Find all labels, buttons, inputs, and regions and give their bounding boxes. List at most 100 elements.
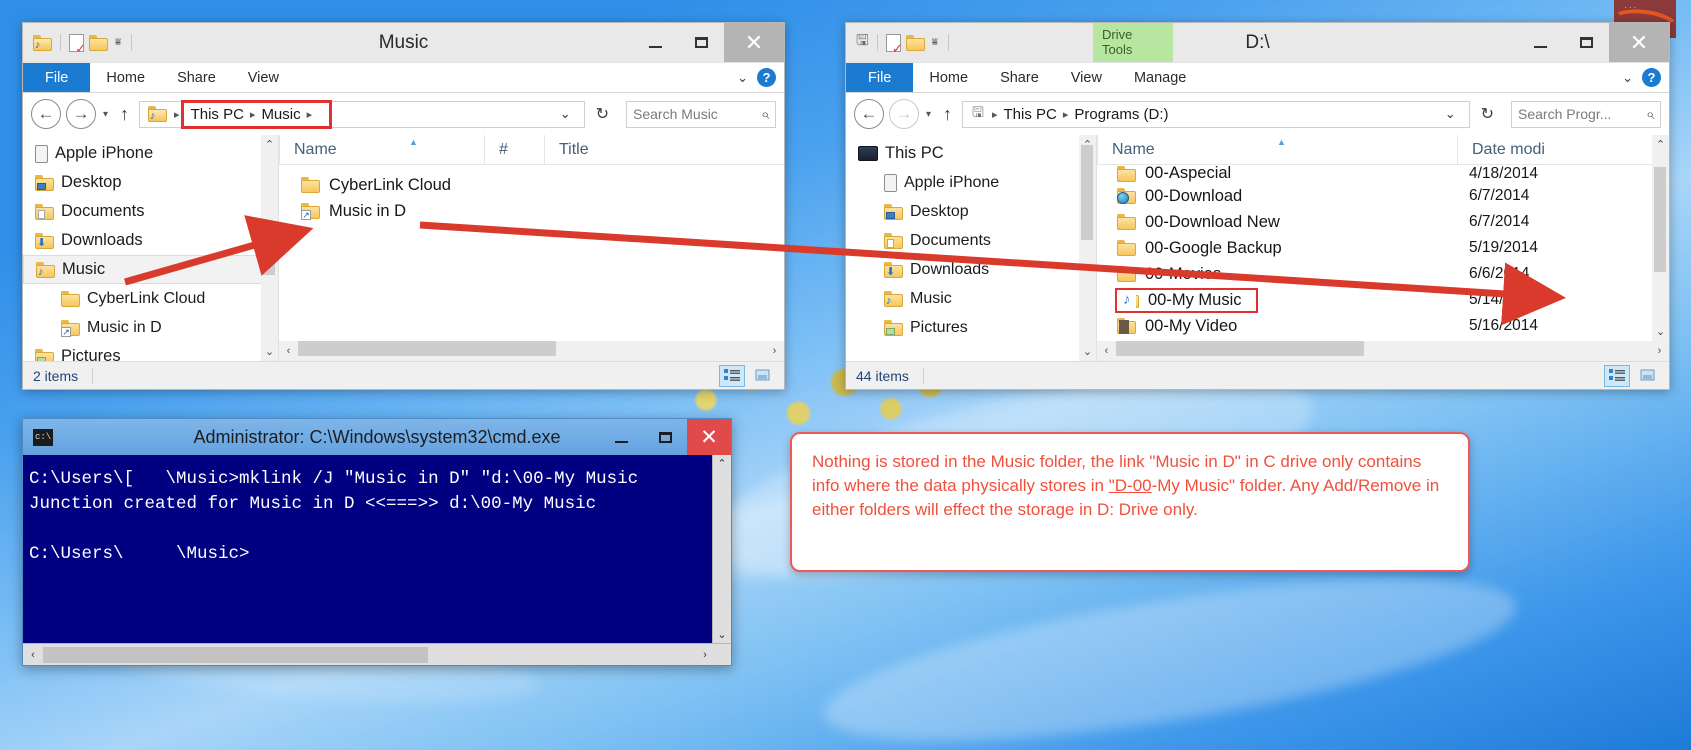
column-header-date-modified[interactable]: Date modi (1457, 135, 1669, 164)
column-header-number[interactable]: # (484, 135, 544, 164)
ribbon-tabs-music[interactable]: File Home Share View ⌄ ? (23, 63, 784, 93)
scroll-right-icon[interactable]: › (1650, 345, 1669, 357)
sidebar-item-apple-iphone[interactable]: Apple iPhone (23, 139, 278, 168)
navigation-bar-drive-d[interactable]: ← → ▾ ↑ 🖫 ▸ This PC ▸ Programs (D:) ⌄ ↻ … (846, 93, 1669, 135)
cmd-hscroll-thumb[interactable] (43, 646, 428, 663)
breadcrumb-separator[interactable]: ▸ (1059, 108, 1073, 121)
cmd-horizontal-scrollbar[interactable]: ‹ › (23, 643, 731, 665)
customize-qat-caret-icon[interactable]: ⩸ (113, 37, 123, 48)
tab-share-drive-d[interactable]: Share (984, 63, 1055, 92)
tab-home-drive-d[interactable]: Home (913, 63, 984, 92)
nav-pane-scrollbar-music[interactable]: ⌃ ⌄ (261, 135, 278, 361)
scroll-left-icon[interactable]: ‹ (1097, 345, 1116, 357)
new-folder-icon[interactable] (89, 34, 108, 51)
breadcrumb-separator[interactable]: ▸ (246, 108, 260, 121)
column-header-name[interactable]: Name (279, 135, 484, 164)
back-button-drive-d[interactable]: ← (854, 99, 884, 129)
breadcrumb-music[interactable]: Music (261, 106, 300, 123)
forward-button-drive-d[interactable]: → (889, 99, 919, 129)
sidebar-item-pictures[interactable]: Pictures (846, 313, 1096, 342)
search-box-drive-d[interactable]: Search Progr... ⌕ (1511, 100, 1661, 128)
sidebar-item-documents[interactable]: Documents (846, 226, 1096, 255)
nav-tree-music[interactable]: Apple iPhone Desktop Documents ⬇ Downloads ♪ M… (23, 135, 278, 361)
navigation-bar-music[interactable]: ← → ▾ ↑ ♪ ▸ This PC ▸ Music ▸ ⌄ ↻ Search… (23, 93, 784, 135)
file-rows-music[interactable]: CyberLink Cloud ↗ Music in D (279, 165, 784, 341)
tab-file-drive-d[interactable]: File (846, 63, 914, 92)
sidebar-item-music[interactable]: ♪ Music (23, 255, 278, 284)
file-list-vscrollbar-drive-d[interactable]: ⌃ ⌄ (1652, 135, 1669, 341)
sidebar-item-this-pc[interactable]: This PC (846, 139, 1096, 168)
cmd-window-controls[interactable]: ✕ (599, 419, 731, 455)
sidebar-item-downloads[interactable]: ⬇ Downloads (23, 226, 278, 255)
cmd-maximize-button[interactable] (643, 419, 687, 455)
chevron-down-icon[interactable]: ⌄ (737, 70, 748, 86)
explorer-window-music[interactable]: ♪ ✓ ⩸ Music ✕ File Home Share View ⌄ ? ←… (22, 22, 785, 390)
sidebar-item-documents[interactable]: Documents (23, 197, 278, 226)
scroll-up-icon[interactable]: ⌃ (265, 135, 274, 154)
minimize-button-music[interactable] (632, 23, 678, 62)
scroll-right-icon[interactable]: › (695, 649, 715, 661)
back-button-music[interactable]: ← (31, 99, 61, 129)
cmd-vertical-scrollbar[interactable]: ⌃ ⌄ (712, 455, 731, 643)
address-dropdown-icon[interactable]: ⌄ (553, 106, 578, 122)
file-list-hscrollbar-music[interactable]: ‹ › (279, 341, 784, 361)
properties-icon[interactable]: ✓ (885, 33, 903, 55)
table-row[interactable]: 00-Movies 6/6/2014 (1097, 261, 1669, 287)
cmd-titlebar[interactable]: c:\ Administrator: C:\Windows\system32\c… (23, 419, 731, 455)
scroll-thumb[interactable] (1654, 167, 1666, 272)
large-icons-view-icon[interactable] (1635, 365, 1661, 387)
close-button-music[interactable]: ✕ (724, 23, 784, 62)
hscroll-track[interactable] (1116, 341, 1650, 361)
highlighted-file-00-my-music[interactable]: ♪ 00-My Music (1115, 287, 1258, 313)
tab-view-drive-d[interactable]: View (1055, 63, 1118, 92)
details-view-icon[interactable] (719, 364, 745, 387)
explorer-window-drive-d[interactable]: 🖫 ✓ ⩸ Drive Tools D:\ ✕ File Home Share … (845, 22, 1670, 390)
cmd-close-button[interactable]: ✕ (687, 419, 731, 455)
search-icon[interactable]: ⌕ (761, 106, 769, 123)
file-list-pane-drive-d[interactable]: ▲ Name Date modi 00-Aspecial 4/18/2014 00-… (1096, 135, 1669, 361)
hscroll-thumb[interactable] (298, 341, 556, 356)
cmd-body[interactable]: C:\Users\[ \Music>mklink /J "Music in D"… (23, 455, 731, 643)
quick-access-toolbar-music[interactable]: ♪ ✓ ⩸ (23, 23, 135, 62)
scroll-down-icon[interactable]: ⌄ (717, 628, 726, 641)
sidebar-item-music[interactable]: ♪ Music (846, 284, 1096, 313)
breadcrumb-highlighted-music[interactable]: This PC ▸ Music ▸ (180, 99, 333, 129)
titlebar-music[interactable]: ♪ ✓ ⩸ Music ✕ (23, 23, 784, 63)
maximize-button-music[interactable] (678, 23, 724, 62)
tab-view-music[interactable]: View (232, 63, 295, 92)
hscroll-track[interactable] (298, 341, 765, 361)
refresh-button-music[interactable]: ↻ (590, 104, 615, 124)
table-row[interactable]: 00-My Video 5/16/2014 (1097, 313, 1669, 339)
file-list-hscrollbar-drive-d[interactable]: ‹ › (1097, 341, 1669, 361)
breadcrumb-drive-d[interactable]: This PC ▸ Programs (D:) (1004, 106, 1169, 123)
column-header-title[interactable]: Title (544, 135, 784, 164)
file-entry[interactable]: 00-Movies (1117, 265, 1221, 284)
table-row[interactable]: 00-Google Backup 5/19/2014 (1097, 235, 1669, 261)
file-entry[interactable]: 00-Aspecial (1117, 165, 1231, 183)
minimize-button-drive-d[interactable] (1517, 23, 1563, 62)
search-box-music[interactable]: Search Music ⌕ (626, 100, 776, 128)
properties-icon[interactable]: ✓ (69, 33, 86, 55)
cmd-minimize-button[interactable] (599, 419, 643, 455)
column-headers-music[interactable]: ▲ Name # Title (279, 135, 784, 165)
new-folder-icon[interactable] (905, 34, 925, 51)
cmd-hscroll-track[interactable] (43, 646, 695, 663)
view-buttons-music[interactable] (719, 364, 776, 387)
sidebar-item-desktop[interactable]: Desktop (846, 197, 1096, 226)
search-icon[interactable]: ⌕ (1646, 106, 1654, 123)
sidebar-item-apple-iphone[interactable]: Apple iPhone (846, 168, 1096, 197)
close-button-drive-d[interactable]: ✕ (1609, 23, 1669, 62)
sidebar-item-cyberlink-cloud[interactable]: CyberLink Cloud (23, 284, 278, 313)
address-dropdown-icon[interactable]: ⌄ (1438, 106, 1463, 122)
up-button-music[interactable]: ↑ (115, 104, 134, 125)
chevron-down-icon[interactable]: ⌄ (1622, 70, 1633, 86)
sidebar-item-desktop[interactable]: Desktop (23, 168, 278, 197)
scroll-up-icon[interactable]: ⌃ (1656, 135, 1665, 154)
window-controls-music[interactable]: ✕ (632, 23, 784, 62)
navigation-pane-drive-d[interactable]: This PC Apple iPhone Desktop Documents ⬇ Down… (846, 135, 1096, 361)
breadcrumb-programs-d[interactable]: Programs (D:) (1074, 106, 1168, 123)
table-row[interactable]: CyberLink Cloud (279, 172, 784, 198)
breadcrumb-this-pc[interactable]: This PC (191, 106, 244, 123)
file-entry[interactable]: 00-Download (1117, 187, 1242, 206)
table-row[interactable]: 00-Download 6/7/2014 (1097, 183, 1669, 209)
